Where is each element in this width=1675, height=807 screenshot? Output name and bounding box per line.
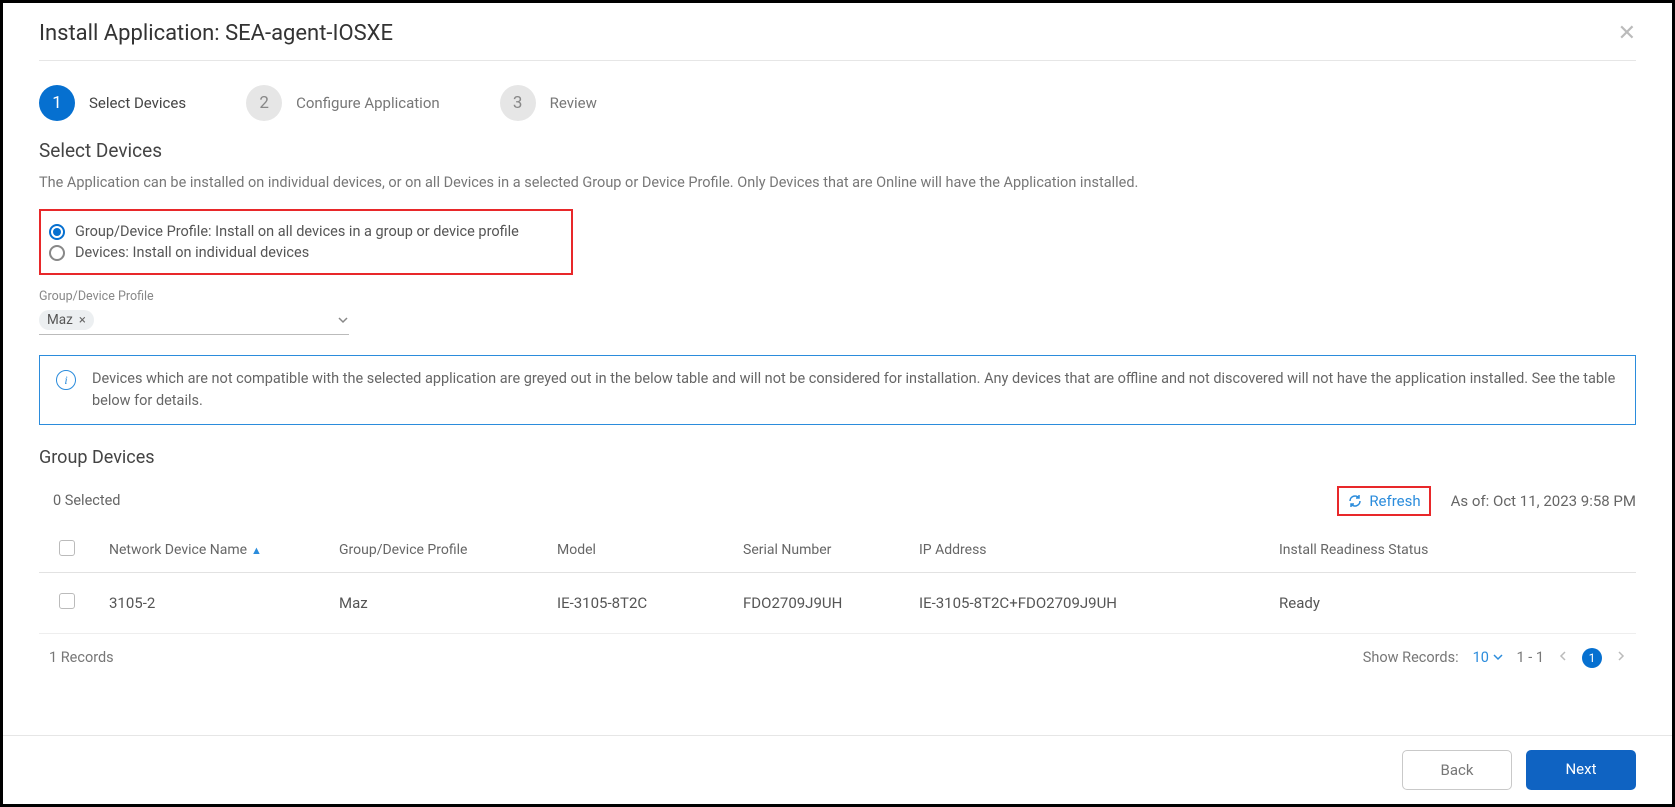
sort-asc-icon: ▲ (251, 544, 262, 557)
chevron-down-icon (1493, 652, 1503, 662)
step-configure-application[interactable]: 2 Configure Application (246, 85, 440, 121)
row-checkbox[interactable] (59, 593, 75, 609)
group-device-profile-field: Group/Device Profile Maz × (39, 289, 349, 335)
modal-footer: Back Next (3, 735, 1672, 804)
info-icon: i (56, 370, 76, 390)
stepper: 1 Select Devices 2 Configure Application… (39, 61, 1636, 139)
group-devices-title: Group Devices (39, 447, 1636, 468)
devices-table: Network Device Name▲ Group/Device Profil… (39, 528, 1636, 634)
page-range: 1 - 1 (1517, 649, 1545, 666)
cell-name: 3105-2 (99, 572, 329, 633)
install-scope-radio-group: Group/Device Profile: Install on all dev… (39, 209, 573, 275)
group-device-profile-select[interactable]: Maz × (39, 306, 349, 335)
step-label: Select Devices (89, 94, 186, 112)
cell-status: Ready (1269, 572, 1636, 633)
table-row[interactable]: 3105-2 Maz IE-3105-8T2C FDO2709J9UH IE-3… (39, 572, 1636, 633)
cell-serial: FDO2709J9UH (733, 572, 909, 633)
cell-model: IE-3105-8T2C (547, 572, 733, 633)
next-button[interactable]: Next (1526, 750, 1636, 790)
modal-title: Install Application: SEA-agent-IOSXE (39, 21, 393, 46)
column-network-device-name[interactable]: Network Device Name▲ (99, 528, 329, 573)
column-model[interactable]: Model (547, 528, 733, 573)
select-all-checkbox[interactable] (59, 540, 75, 556)
table-footer: 1 Records Show Records: 10 1 - 1 1 (39, 634, 1636, 668)
radio-group-profile[interactable]: Group/Device Profile: Install on all dev… (49, 221, 559, 242)
as-of-timestamp: As of: Oct 11, 2023 9:58 PM (1451, 492, 1636, 510)
chip-remove-icon[interactable]: × (79, 313, 86, 328)
radio-label: Group/Device Profile: Install on all dev… (75, 223, 519, 240)
show-records-select[interactable]: 10 (1473, 649, 1503, 666)
step-label: Configure Application (296, 94, 440, 112)
table-toolbar: 0 Selected Refresh As of: Oct 11, 2023 9… (39, 486, 1636, 516)
current-page[interactable]: 1 (1582, 648, 1602, 668)
step-review[interactable]: 3 Review (500, 85, 597, 121)
radio-unchecked-icon (49, 245, 65, 261)
back-button[interactable]: Back (1402, 750, 1512, 790)
step-number: 2 (246, 85, 282, 121)
close-icon[interactable]: ✕ (1618, 21, 1636, 46)
selected-chip: Maz × (39, 310, 94, 330)
prev-page-button[interactable] (1558, 649, 1568, 666)
section-title: Select Devices (39, 139, 1636, 162)
refresh-icon (1347, 493, 1363, 509)
modal-header: Install Application: SEA-agent-IOSXE ✕ (39, 3, 1636, 61)
selected-count: 0 Selected (39, 492, 120, 509)
column-serial-number[interactable]: Serial Number (733, 528, 909, 573)
field-label: Group/Device Profile (39, 289, 349, 304)
record-count: 1 Records (49, 649, 114, 666)
refresh-button[interactable]: Refresh (1337, 486, 1430, 516)
step-number: 3 (500, 85, 536, 121)
step-select-devices[interactable]: 1 Select Devices (39, 85, 186, 121)
cell-profile: Maz (329, 572, 547, 633)
column-group-device-profile[interactable]: Group/Device Profile (329, 528, 547, 573)
refresh-label: Refresh (1369, 492, 1420, 510)
chip-text: Maz (47, 312, 73, 328)
next-page-button[interactable] (1616, 649, 1626, 666)
info-text: Devices which are not compatible with th… (92, 368, 1619, 412)
radio-label: Devices: Install on individual devices (75, 244, 309, 261)
compatibility-info-banner: i Devices which are not compatible with … (39, 355, 1636, 425)
section-description: The Application can be installed on indi… (39, 174, 1636, 191)
cell-ip: IE-3105-8T2C+FDO2709J9UH (909, 572, 1269, 633)
chevron-down-icon[interactable] (337, 311, 349, 330)
pager: Show Records: 10 1 - 1 1 (1363, 648, 1626, 668)
column-ip-address[interactable]: IP Address (909, 528, 1269, 573)
radio-individual-devices[interactable]: Devices: Install on individual devices (49, 242, 559, 263)
column-install-readiness-status[interactable]: Install Readiness Status (1269, 528, 1636, 573)
radio-checked-icon (49, 224, 65, 240)
step-label: Review (550, 94, 597, 112)
show-records-label: Show Records: (1363, 649, 1459, 666)
step-number: 1 (39, 85, 75, 121)
